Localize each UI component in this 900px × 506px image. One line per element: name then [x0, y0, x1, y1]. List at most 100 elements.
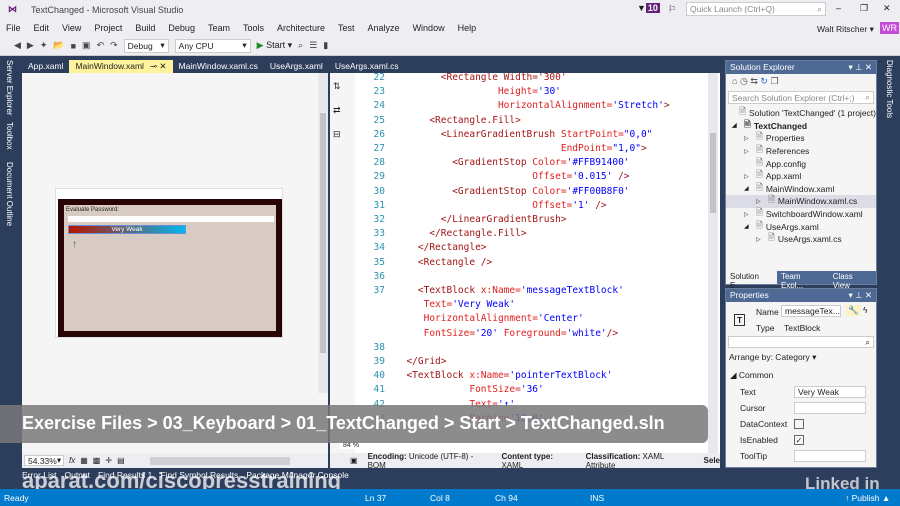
solution-tab[interactable]: Solution E...	[726, 271, 777, 290]
notifications-icon[interactable]: ▼ 10	[637, 3, 660, 13]
toolbox-tab[interactable]: Toolbox	[5, 122, 14, 150]
swap-icon[interactable]: ⇅	[333, 81, 341, 92]
solution-item[interactable]: ▷ 🗎 App.xaml	[726, 169, 876, 183]
category-common[interactable]: ◢ Common	[726, 367, 876, 384]
platform-select[interactable]: Any CPU ▾	[174, 38, 251, 53]
save-all-icon[interactable]: ▣	[82, 40, 91, 51]
solution-item[interactable]: ▷ 🗎 References	[726, 144, 876, 158]
panel-controls[interactable]: ▾ ⊥ ✕	[848, 290, 872, 301]
config-select[interactable]: Debug ▾	[123, 38, 169, 53]
forward-icon[interactable]: ▶	[27, 40, 34, 51]
solution-item[interactable]: ◢ 🗎 TextChanged	[726, 119, 876, 133]
solution-item[interactable]: ◢ 🗎 MainWindow.xaml	[726, 182, 876, 196]
publish-button[interactable]: ↑ Publish ▲	[845, 493, 890, 503]
expander-icon[interactable]: ◢	[744, 185, 756, 192]
expander-icon[interactable]: ▷	[756, 198, 768, 205]
home-icon[interactable]: ⌂	[732, 76, 737, 86]
restore-button[interactable]: ❐	[860, 3, 868, 14]
password-box[interactable]	[68, 216, 274, 222]
pin-close-icons[interactable]: ⊸ ✕	[150, 61, 167, 71]
new-project-icon[interactable]: ✦	[40, 40, 48, 51]
find-icon[interactable]: ⌕	[298, 40, 303, 51]
horizontal-split-icon[interactable]: ⇄	[333, 105, 341, 116]
property-value[interactable]	[794, 402, 866, 414]
solution-item[interactable]: ◢ 🗎 UseArgs.xaml	[726, 220, 876, 233]
properties-wrench-icon[interactable]: 🔧	[846, 305, 861, 316]
editor-zoom-select[interactable]: 84 %	[340, 442, 362, 449]
xaml-designer[interactable]: Evaluate Password: Very Weak ↑	[22, 73, 328, 453]
grid-icon[interactable]: ▦	[80, 456, 88, 465]
property-value[interactable]	[794, 419, 804, 429]
solution-tab[interactable]: Class View	[829, 271, 876, 290]
editor-scrollbar[interactable]	[708, 73, 718, 453]
menu-test[interactable]: Test	[338, 23, 355, 33]
property-value[interactable]: ✓	[794, 435, 804, 445]
back-icon[interactable]: ◀	[14, 40, 21, 51]
panel-controls[interactable]: ▾ ⊥ ✕	[848, 62, 872, 73]
code-editor[interactable]: 22 <Rectangle Width='300' 23 Height='30' 2…	[355, 73, 720, 453]
document-outline-tab[interactable]: Document Outline	[5, 162, 14, 226]
code-icon[interactable]: ▤	[117, 456, 125, 465]
properties-search-input[interactable]: ⌕	[728, 336, 874, 348]
undo-icon[interactable]: ↶	[97, 40, 105, 51]
minimize-button[interactable]: ‒	[836, 3, 841, 13]
menu-build[interactable]: Build	[135, 23, 155, 33]
expander-icon[interactable]: ▷	[744, 135, 756, 142]
property-value[interactable]	[794, 450, 866, 462]
tab-app-xaml[interactable]: App.xaml	[22, 60, 69, 73]
tab-mainwindow-xaml[interactable]: MainWindow.xaml ⊸ ✕	[69, 60, 173, 73]
snap-grid-icon[interactable]: ▩	[93, 456, 101, 465]
solution-tab[interactable]: Team Expl...	[777, 271, 829, 290]
menu-analyze[interactable]: Analyze	[368, 23, 400, 33]
tab-mainwindow-xaml-cs[interactable]: MainWindow.xaml.cs	[173, 60, 264, 73]
redo-icon[interactable]: ↷	[110, 40, 118, 51]
solution-search-input[interactable]: Search Solution Explorer (Ctrl+;) ⌕	[728, 91, 874, 104]
collapse-all-icon[interactable]: ❐	[770, 76, 778, 86]
expander-icon[interactable]: ◢	[744, 223, 756, 230]
bookmark-icon[interactable]: ▮	[323, 40, 328, 51]
events-icon[interactable]: ϟ	[863, 305, 868, 315]
property-value[interactable]: Very Weak	[794, 386, 866, 398]
menu-window[interactable]: Window	[413, 23, 445, 33]
tab-useargs-xaml-cs[interactable]: UseArgs.xaml.cs	[329, 60, 405, 73]
close-button[interactable]: ✕	[883, 3, 891, 14]
history-icon[interactable]: ◷	[740, 76, 748, 86]
expander-icon[interactable]: ▷	[744, 173, 756, 180]
menu-debug[interactable]: Debug	[168, 23, 195, 33]
pointer-text[interactable]: ↑	[72, 239, 77, 250]
save-icon[interactable]: ■	[71, 41, 76, 51]
solution-item[interactable]: 🗎 App.config	[726, 157, 876, 170]
tab-useargs-xaml[interactable]: UseArgs.xaml	[264, 60, 329, 73]
collapse-pane-icon[interactable]: ⊟	[333, 129, 341, 140]
expander-icon[interactable]: ◢	[732, 122, 744, 129]
designer-scrollbar[interactable]	[318, 73, 328, 393]
menu-file[interactable]: File	[6, 23, 21, 33]
quick-launch-input[interactable]: Quick Launch (Ctrl+Q) ⌕	[686, 2, 826, 16]
fx-icon[interactable]: fx	[69, 456, 75, 465]
solution-item[interactable]: ▷ 🗎 UseArgs.xaml.cs	[726, 232, 876, 246]
open-icon[interactable]: 📂	[53, 40, 64, 51]
sync-icon[interactable]: ⇆	[750, 76, 758, 86]
snap-lines-icon[interactable]: ✛	[105, 456, 112, 465]
align-icon[interactable]: ☰	[309, 40, 317, 51]
menu-edit[interactable]: Edit	[34, 23, 50, 33]
expander-icon[interactable]: ▷	[744, 148, 756, 155]
menu-help[interactable]: Help	[458, 23, 477, 33]
expander-icon[interactable]: ▷	[756, 236, 768, 243]
refresh-icon[interactable]: ↻	[760, 76, 768, 86]
solution-item[interactable]: ▷ 🗎 SwitchboardWindow.xaml	[726, 207, 876, 221]
solution-item[interactable]: ▷ 🗎 Properties	[726, 131, 876, 145]
server-explorer-tab[interactable]: Server Explorer	[5, 60, 14, 116]
feedback-icon[interactable]: ⚐	[668, 4, 676, 15]
menu-project[interactable]: Project	[94, 23, 122, 33]
zoom-select[interactable]: 54.33% ▾	[24, 455, 64, 466]
menu-tools[interactable]: Tools	[243, 23, 264, 33]
strength-bar[interactable]: Very Weak	[68, 225, 186, 234]
expand-icon[interactable]: ▣	[350, 456, 358, 465]
designer-hscroll[interactable]	[149, 456, 290, 465]
menu-architecture[interactable]: Architecture	[277, 23, 325, 33]
avatar[interactable]: WR	[880, 22, 899, 34]
diagnostic-tools-tab[interactable]: Diagnostic Tools	[885, 60, 894, 118]
start-button[interactable]: ▶ Start ▾	[257, 40, 292, 51]
menu-view[interactable]: View	[62, 23, 81, 33]
